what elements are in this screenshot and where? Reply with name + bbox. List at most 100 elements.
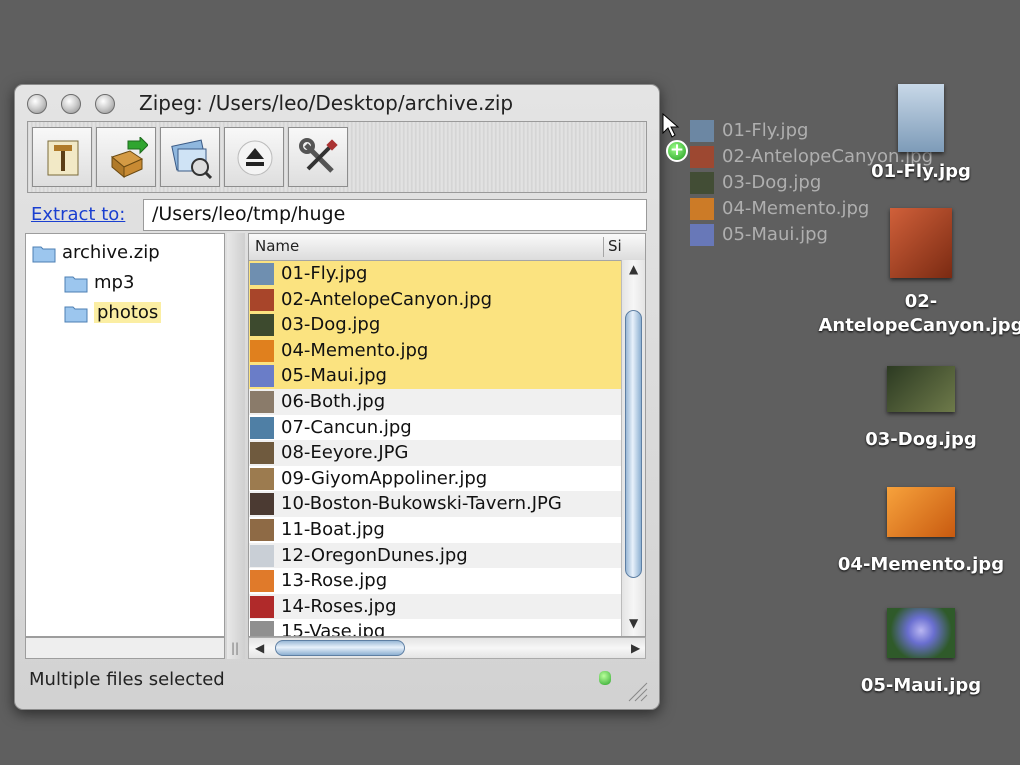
extract-button[interactable] [32,127,92,187]
file-thumbnail [250,595,274,618]
preview-button[interactable] [160,127,220,187]
dragged-file-thumbnail [690,198,714,220]
scroll-right-arrow-icon[interactable]: ▶ [631,641,640,655]
file-row[interactable]: 15-Vase.jpg [249,619,621,637]
file-row[interactable]: 02-AntelopeCanyon.jpg [249,286,621,313]
zoom-button[interactable] [95,94,115,114]
file-row[interactable]: 06-Both.jpg [249,388,621,415]
file-name: 09-GiyomAppoliner.jpg [281,467,488,489]
preferences-button[interactable] [288,127,348,187]
file-thumbnail [250,288,274,311]
antelopecanyon-label-line2: AntelopeCanyon.jpg [818,315,1020,336]
zipeg-window: Zipeg: /Users/leo/Desktop/archive.zip Ex… [14,84,660,710]
file-thumbnail [250,416,274,439]
file-name: 07-Cancun.jpg [281,416,412,438]
status-text: Multiple files selected [29,669,225,690]
file-thumbnail [250,314,274,337]
eject-button[interactable] [224,127,284,187]
file-row[interactable]: 13-Rose.jpg [249,568,621,594]
file-name: 04-Memento.jpg [281,339,429,361]
eject-icon [237,140,273,176]
file-row[interactable]: 11-Boat.jpg [249,517,621,543]
column-name-header[interactable]: Name [255,237,299,255]
file-thumbnail [250,365,274,388]
dragged-file-thumbnail [690,146,714,168]
dragged-file-thumbnail [690,172,714,194]
file-row[interactable]: 14-Roses.jpg [249,593,621,620]
arrow-cursor-icon [662,113,680,138]
file-thumbnail [250,339,274,362]
tree-node-archive[interactable]: archive.zip [32,242,160,266]
file-row[interactable]: 01-Fly.jpg [249,261,621,287]
file-row[interactable]: 07-Cancun.jpg [249,415,621,441]
copy-plus-icon: + [666,140,688,162]
file-name: 05-Maui.jpg [281,365,387,387]
desktop-icon-dog[interactable]: 03-Dog.jpg [811,366,1020,452]
dog-thumbnail [887,366,955,412]
file-name: 06-Both.jpg [281,390,386,412]
file-row[interactable]: 09-GiyomAppoliner.jpg [249,466,621,492]
folder-icon [32,246,56,263]
tree-node-photos[interactable]: photos [64,302,162,326]
file-name: 01-Fly.jpg [281,263,368,284]
title-bar[interactable]: Zipeg: /Users/leo/Desktop/archive.zip [15,85,659,121]
file-name: 14-Roses.jpg [281,595,397,617]
file-row[interactable]: 03-Dog.jpg [249,312,621,338]
file-name: 13-Rose.jpg [281,570,388,592]
extract-path-field[interactable]: /Users/leo/tmp/huge [143,199,647,231]
file-name: 03-Dog.jpg [281,314,381,336]
desktop-icon-fly[interactable]: 01-Fly.jpg [811,84,1020,184]
dragged-file-name: 03-Dog.jpg [722,172,822,193]
extract-to-link[interactable]: Extract to: [31,204,125,225]
column-size-header[interactable]: Si [603,237,622,257]
scroll-left-arrow-icon[interactable]: ◀ [255,641,264,655]
desktop-icon-antelopecanyon[interactable]: 02- AntelopeCanyon.jpg [811,208,1020,338]
vertical-scrollbar[interactable]: ▲ ▼ [621,260,645,636]
file-row[interactable]: 05-Maui.jpg [249,363,621,389]
antelopecanyon-thumbnail [890,208,952,278]
file-row[interactable]: 10-Boston-Bukowski-Tavern.JPG [249,491,621,517]
file-name: 15-Vase.jpg [281,621,386,637]
fly-thumbnail [898,84,944,152]
toolbar [27,121,647,193]
preview-icon [171,139,212,179]
folder-tree[interactable]: archive.zip mp3 photos [25,233,225,637]
file-row[interactable]: 04-Memento.jpg [249,337,621,364]
pane-splitter[interactable] [227,233,245,659]
horizontal-scroll-thumb[interactable] [275,640,405,656]
up-button[interactable] [96,127,156,187]
desktop-icon-memento[interactable]: 04-Memento.jpg [811,487,1020,577]
minimize-button[interactable] [61,94,81,114]
file-thumbnail [250,263,274,285]
extract-row: Extract to: /Users/leo/tmp/huge [27,199,649,233]
file-thumbnail [250,570,274,593]
horizontal-scrollbar[interactable]: ◀ ▶ [248,637,646,659]
file-thumbnail [250,621,274,636]
vertical-scroll-thumb[interactable] [625,310,642,578]
tree-node-mp3[interactable]: mp3 [64,272,134,296]
close-button[interactable] [27,94,47,114]
window-title: Zipeg: /Users/leo/Desktop/archive.zip [139,91,514,115]
file-thumbnail [250,493,274,516]
status-light-icon [599,671,611,685]
splitter-grip-icon[interactable]: || [231,641,239,655]
file-row[interactable]: 12-OregonDunes.jpg [249,542,621,569]
file-name: 10-Boston-Bukowski-Tavern.JPG [281,493,562,515]
file-name: 12-OregonDunes.jpg [281,544,468,566]
desktop-icon-maui[interactable]: 05-Maui.jpg [811,608,1020,698]
file-list[interactable]: Name Si 01-Fly.jpg 02-AntelopeCanyon.jpg 0… [248,233,646,637]
dragged-file-name: 01-Fly.jpg [722,120,809,141]
extract-icon [47,140,79,176]
dragged-file-thumbnail [690,120,714,142]
tree-horizontal-scrollbar[interactable] [25,637,225,659]
file-thumbnail [250,467,274,490]
file-thumbnail [250,518,274,541]
resize-grip-icon[interactable] [625,679,649,703]
file-rows: 01-Fly.jpg 02-AntelopeCanyon.jpg 03-Dog.jp… [249,261,621,637]
scroll-up-arrow-icon[interactable]: ▲ [629,262,638,276]
file-row[interactable]: 08-Eeyore.JPG [249,440,621,466]
file-thumbnail [250,390,274,413]
folder-icon [64,276,88,293]
scroll-down-arrow-icon[interactable]: ▼ [629,616,638,630]
antelopecanyon-label-line1: 02- [904,291,938,312]
